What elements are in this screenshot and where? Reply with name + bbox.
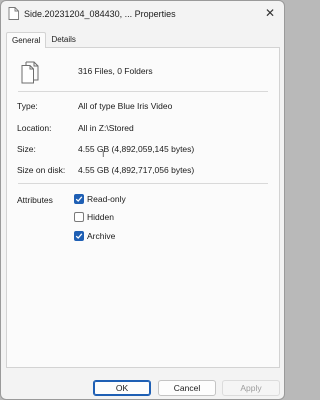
location-label: Location: <box>17 123 52 133</box>
attributes-label: Attributes <box>17 195 53 205</box>
ok-button[interactable]: OK <box>93 380 151 396</box>
size-on-disk-value: 4.55 GB (4,892,717,056 bytes) <box>78 165 195 175</box>
tab-strip: General Details <box>6 32 81 48</box>
hidden-checkbox[interactable]: Hidden <box>74 212 114 222</box>
title-bar[interactable]: Side.20231204_084430, ... Properties ✕ <box>1 1 284 27</box>
general-panel: 316 Files, 0 Folders Type: All of type B… <box>6 47 280 368</box>
hidden-label: Hidden <box>87 212 114 222</box>
location-value: All in Z:\Stored <box>78 123 134 133</box>
type-value: All of type Blue Iris Video <box>78 101 173 111</box>
window-title: Side.20231204_084430, ... Properties <box>24 9 176 19</box>
read-only-checkbox[interactable]: Read-only <box>74 194 126 204</box>
divider <box>18 183 268 184</box>
tab-details[interactable]: Details <box>46 32 80 47</box>
type-label: Type: <box>17 101 38 111</box>
archive-label: Archive <box>87 231 116 241</box>
text-cursor-icon: I <box>102 149 105 159</box>
properties-dialog: Side.20231204_084430, ... Properties ✕ G… <box>0 0 285 400</box>
files-icon <box>21 61 39 84</box>
document-icon <box>8 7 19 20</box>
cancel-button[interactable]: Cancel <box>158 380 216 396</box>
checkbox-unchecked-icon[interactable] <box>74 212 84 222</box>
size-label: Size: <box>17 144 36 154</box>
size-on-disk-label: Size on disk: <box>17 165 66 175</box>
item-count: 316 Files, 0 Folders <box>78 66 153 76</box>
close-icon: ✕ <box>264 6 276 20</box>
size-value: 4.55 GB (4,892,059,145 bytes) <box>78 144 195 154</box>
checkbox-checked-icon[interactable] <box>74 231 84 241</box>
tab-general[interactable]: General <box>6 32 47 48</box>
apply-button[interactable]: Apply <box>222 380 280 396</box>
checkbox-checked-icon[interactable] <box>74 194 84 204</box>
read-only-label: Read-only <box>87 194 126 204</box>
divider <box>18 91 268 92</box>
archive-checkbox[interactable]: Archive <box>74 231 115 241</box>
close-button[interactable]: ✕ <box>260 4 280 22</box>
